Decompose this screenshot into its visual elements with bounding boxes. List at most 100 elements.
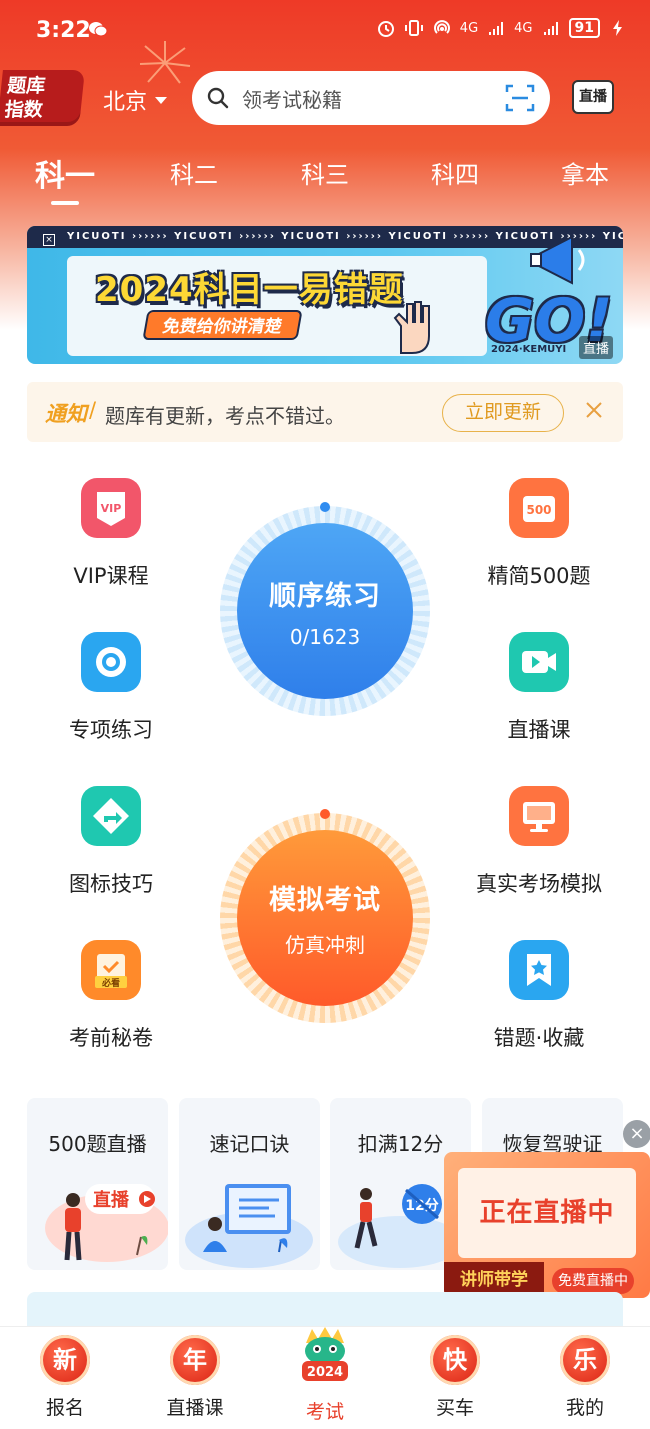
tab-get-license[interactable]: 拿本 xyxy=(545,155,625,190)
active-tab-indicator xyxy=(51,201,79,205)
exam-paper-icon: 必看 xyxy=(81,940,141,1000)
card-500-live[interactable]: 500题直播 直播 xyxy=(27,1098,168,1270)
status-bar: 3:22 4G 4G 91 xyxy=(0,0,650,60)
sequential-practice-button[interactable]: 顺序练习 0/1623 xyxy=(220,502,430,716)
tabbar-label: 买车 xyxy=(435,1397,474,1419)
sign-tips[interactable]: 图标技巧 xyxy=(21,786,201,906)
banner-live-tag: 直播 xyxy=(579,336,614,359)
wechat-icon xyxy=(89,22,108,37)
tab-label: 科三 xyxy=(301,161,349,189)
feature-label: 直播课 xyxy=(507,718,571,742)
exam-subtitle: 仿真冲刺 xyxy=(285,933,365,957)
target-icon xyxy=(81,632,141,692)
live-now-widget[interactable]: 正在直播中 讲师带学 免费直播中 xyxy=(444,1152,650,1298)
caret-down-icon xyxy=(155,96,168,104)
charging-icon xyxy=(613,20,622,36)
notice-tag: 通知 xyxy=(45,402,87,426)
svg-text:必看: 必看 xyxy=(101,977,120,989)
search-placeholder: 领考试秘籍 xyxy=(242,87,342,112)
question-bank-index-logo[interactable]: 题库 指数 xyxy=(0,70,85,126)
practice-title: 顺序练习 xyxy=(269,580,381,612)
svg-text:VIP: VIP xyxy=(101,502,122,515)
bookmark-star-icon xyxy=(509,940,569,1000)
exam-progress-dot xyxy=(320,809,330,819)
dragon-year: 2024 xyxy=(307,1365,343,1380)
new-year-badge-icon: 乐 xyxy=(560,1335,610,1385)
update-now-button[interactable]: 立即更新 xyxy=(442,394,564,432)
tab-label: 科二 xyxy=(170,161,218,189)
tabbar-live-course[interactable]: 年 直播课 xyxy=(140,1335,250,1420)
500-icon: 500 xyxy=(509,478,569,538)
live-course[interactable]: 直播课 xyxy=(449,632,629,752)
tabbar-mine[interactable]: 乐 我的 xyxy=(530,1335,640,1420)
scan-icon[interactable] xyxy=(504,82,536,114)
megaphone-icon xyxy=(530,235,585,285)
tab-subject-3[interactable]: 科三 xyxy=(285,155,365,190)
notice-text: 题库有更新，考点不错过。 xyxy=(105,404,345,428)
feature-label: 图标技巧 xyxy=(69,872,153,896)
vip-icon: VIP xyxy=(81,478,141,538)
pre-exam-papers[interactable]: 必看 考前秘卷 xyxy=(21,940,201,1060)
feature-label: 专项练习 xyxy=(69,718,153,742)
tabbar-label: 报名 xyxy=(45,1397,84,1419)
tab-subject-1[interactable]: 科一 xyxy=(25,151,105,205)
bottom-tab-bar: 新 报名 年 直播课 2024 考试 快 买车 乐 我的 xyxy=(0,1327,650,1429)
feature-label: 错题·收藏 xyxy=(493,1026,585,1050)
banner-close-icon[interactable]: × xyxy=(43,234,55,246)
tab-label: 科一 xyxy=(35,159,95,194)
presenter-illustration: 直播 xyxy=(45,1184,168,1262)
city-selector[interactable]: 北京 xyxy=(103,84,168,116)
study-illustration xyxy=(185,1184,313,1268)
dragon-icon: 2024 xyxy=(302,1327,348,1381)
hand-icon xyxy=(393,301,430,354)
logo-line2: 指数 xyxy=(3,99,44,121)
live-tv-button[interactable]: 直播 xyxy=(572,80,614,114)
real-exam-simulation[interactable]: 真实考场模拟 xyxy=(449,786,629,906)
exam-core: 模拟考试 仿真冲刺 xyxy=(237,830,413,1006)
banner-year-tag: 2024·KEMUYI xyxy=(491,344,567,355)
mock-exam-button[interactable]: 模拟考试 仿真冲刺 xyxy=(220,809,430,1023)
city-label: 北京 xyxy=(103,90,148,115)
card-mnemonic[interactable]: 速记口诀 xyxy=(179,1098,320,1270)
network-right: 4G xyxy=(514,20,533,36)
subject-tabs: 科一 科二 科三 科四 拿本 xyxy=(0,155,650,205)
hotspot-icon xyxy=(433,20,450,34)
practice-core: 顺序练习 0/1623 xyxy=(237,523,413,699)
banner-subtitle: 免费给你讲清楚 xyxy=(142,310,303,340)
close-icon[interactable] xyxy=(583,399,605,421)
card-badge: 直播 xyxy=(93,1189,130,1211)
new-year-badge-icon: 快 xyxy=(430,1335,480,1385)
svg-text:500: 500 xyxy=(526,503,551,517)
notice-slash: / xyxy=(89,398,97,422)
tabbar-label: 考试 xyxy=(305,1401,344,1423)
signal-icon xyxy=(489,22,504,35)
search-bar[interactable]: 领考试秘籍 xyxy=(192,71,550,125)
status-icons: 4G 4G 91 xyxy=(376,18,628,38)
tabbar-exam[interactable]: 2024 考试 xyxy=(270,1327,380,1424)
tab-subject-4[interactable]: 科四 xyxy=(415,155,495,190)
mistakes-favorites[interactable]: 错题·收藏 xyxy=(449,940,629,1060)
tab-subject-2[interactable]: 科二 xyxy=(154,155,234,190)
tabbar-buy-car[interactable]: 快 买车 xyxy=(400,1335,510,1420)
logo-line1: 题库 xyxy=(6,75,47,97)
video-icon xyxy=(509,632,569,692)
alarm-icon xyxy=(377,21,394,37)
special-practice[interactable]: 专项练习 xyxy=(21,632,201,752)
feature-label: 考前秘卷 xyxy=(69,1026,153,1050)
vip-course[interactable]: VIP VIP课程 xyxy=(21,478,201,598)
promo-banner[interactable]: YICUOTI ›››››› YICUOTI ›››››› YICUOTI ››… xyxy=(27,226,623,364)
card-badge: 12分 xyxy=(405,1198,438,1214)
tab-label: 拿本 xyxy=(561,161,609,189)
tabbar-signup[interactable]: 新 报名 xyxy=(10,1335,120,1420)
simplified-500[interactable]: 500 精简500题 xyxy=(449,478,629,598)
signal-icon-2 xyxy=(543,22,558,35)
feature-label: VIP课程 xyxy=(73,564,149,588)
card-title: 500题直播 xyxy=(48,1132,147,1156)
tabbar-label: 直播课 xyxy=(166,1397,224,1419)
firework-decoration xyxy=(139,41,191,84)
live-free-label: 免费直播中 xyxy=(552,1268,634,1294)
network-left: 4G xyxy=(459,20,479,36)
banner-title: 2024科目一易错题 xyxy=(95,270,404,310)
close-live-widget-button[interactable]: × xyxy=(623,1120,650,1148)
search-icon xyxy=(207,87,229,109)
